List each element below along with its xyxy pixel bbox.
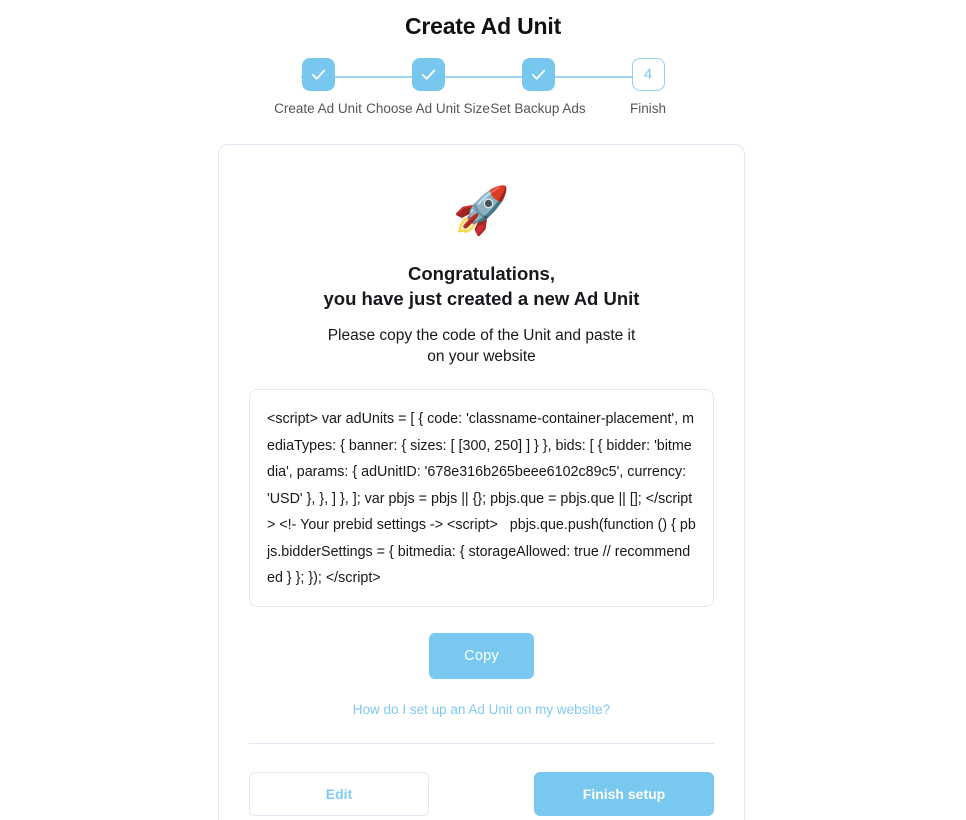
progress-stepper: Create Ad Unit Choose Ad Unit Size Set B… — [263, 58, 703, 120]
edit-button[interactable]: Edit — [249, 771, 429, 816]
congratulations-line-2: you have just created a new Ad Unit — [323, 288, 640, 309]
finish-setup-button[interactable]: Finish setup — [534, 771, 714, 816]
copy-button-wrap: Copy — [249, 632, 714, 679]
instructions-line-2: on your website — [427, 348, 536, 365]
step-1-label: Create Ad Unit — [274, 101, 362, 116]
instructions-text: Please copy the code of the Unit and pas… — [249, 325, 714, 367]
step-choose-ad-unit-size[interactable]: Choose Ad Unit Size — [366, 58, 490, 117]
step-3-label: Set Backup Ads — [490, 101, 586, 116]
congratulations-heading: Congratulations, you have just created a… — [249, 261, 714, 311]
step-set-backup-ads[interactable]: Set Backup Ads — [483, 58, 593, 117]
footer-actions: Edit Finish setup — [249, 771, 714, 816]
code-snippet-box[interactable]: <script> var adUnits = [ { code: 'classn… — [249, 389, 714, 607]
copy-button[interactable]: Copy — [429, 632, 534, 679]
result-card: 🚀 Congratulations, you have just created… — [218, 144, 745, 820]
congratulations-line-1: Congratulations, — [408, 263, 555, 284]
check-icon — [530, 66, 547, 83]
step-4-label: Finish — [629, 101, 666, 116]
check-icon — [420, 66, 437, 83]
create-ad-unit-page: Create Ad Unit Create Ad Unit Choose Ad … — [0, 0, 966, 820]
step-2-box[interactable] — [411, 58, 445, 91]
setup-help-link[interactable]: How do I set up an Ad Unit on my website… — [353, 702, 610, 717]
step-2-label: Choose Ad Unit Size — [366, 101, 490, 116]
step-4-box[interactable]: 4 — [631, 58, 665, 91]
step-1-box[interactable] — [301, 58, 335, 91]
instructions-line-1: Please copy the code of the Unit and pas… — [327, 327, 636, 344]
step-finish[interactable]: 4 Finish — [593, 58, 703, 117]
code-snippet-text: <script> var adUnits = [ { code: 'classn… — [267, 411, 696, 586]
help-link-wrap: How do I set up an Ad Unit on my website… — [249, 701, 714, 719]
footer-divider — [249, 742, 714, 744]
rocket-icon: 🚀 — [452, 184, 511, 236]
check-icon — [310, 66, 327, 83]
step-3-box[interactable] — [521, 58, 555, 91]
step-create-ad-unit[interactable]: Create Ad Unit — [263, 58, 373, 117]
page-title: Create Ad Unit — [404, 13, 562, 39]
